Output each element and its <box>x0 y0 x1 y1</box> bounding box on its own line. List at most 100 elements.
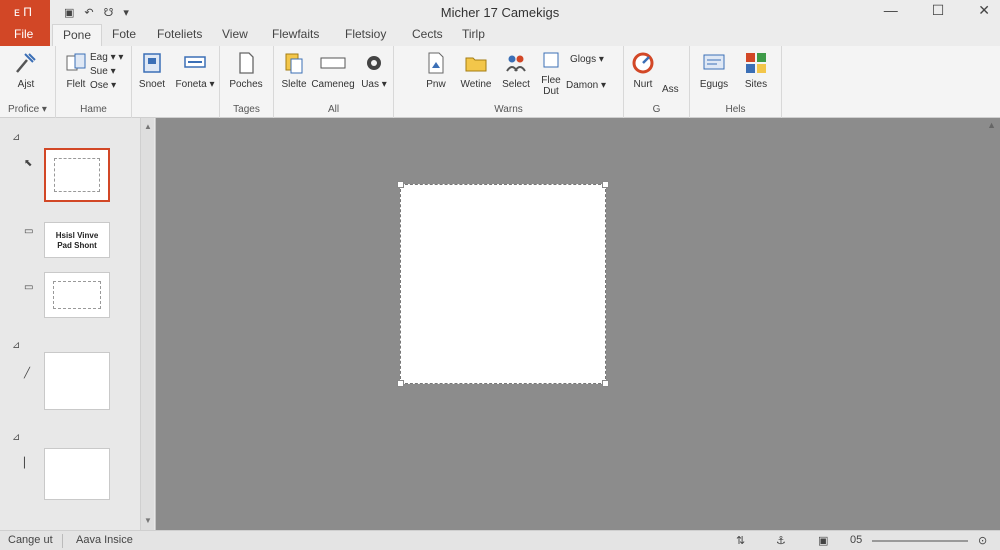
tab-fote[interactable]: Fote <box>112 24 136 46</box>
glogs-dropdown[interactable]: Glogs ▾ <box>570 54 604 65</box>
slide-thumbnail-text: Hsisl Vinve Pad Shont <box>55 231 99 250</box>
eag-dropdown[interactable]: Eag ▾ ▾ <box>90 52 123 63</box>
fit-slide-icon[interactable]: ⊙ <box>978 534 987 547</box>
resize-handle[interactable] <box>602 380 609 387</box>
slide-thumbnail-1[interactable] <box>44 148 110 202</box>
snoet-button[interactable]: Snoet <box>132 50 172 96</box>
sue-dropdown[interactable]: Sue ▾ <box>90 66 116 77</box>
notes-icon[interactable]: ⇅ <box>736 534 745 547</box>
ribbon-group-profice: Ajst Profice ▾ <box>0 46 56 118</box>
pnw-button[interactable]: Pnw <box>416 50 456 96</box>
cameneg-button[interactable]: Cameneg <box>310 50 356 96</box>
resize-handle[interactable] <box>397 380 404 387</box>
textbox-icon <box>320 57 346 69</box>
slide-canvas[interactable]: ▲ <box>156 118 1000 530</box>
select-label: Select <box>502 79 530 90</box>
document-icon <box>239 52 254 74</box>
minimize-button[interactable]: — <box>884 2 898 19</box>
current-slide[interactable] <box>397 181 609 387</box>
cameneg-label: Cameneg <box>311 79 355 90</box>
tools-icon <box>16 53 36 73</box>
tab-view[interactable]: View <box>222 24 248 46</box>
snoet-label: Snoet <box>138 79 166 90</box>
slide-number-icon: ╱ <box>24 368 31 379</box>
select-button[interactable]: Select <box>496 50 536 96</box>
zoom-level[interactable]: 05 <box>850 534 862 546</box>
ribbon-group-mid: Snoet Foneta ▾ <box>132 46 220 118</box>
ajst-label: Ajst <box>17 79 35 90</box>
tab-file[interactable]: File <box>0 24 50 46</box>
slide-thumbnail-5[interactable] <box>44 448 110 500</box>
ribbon-tabs: File Pone Fote Foteliets View Flewfaits … <box>0 24 1000 46</box>
resize-handle[interactable] <box>397 181 404 188</box>
slide-number-icon: ⬉ <box>24 158 33 169</box>
tab-tirlp[interactable]: Tirlp <box>462 24 485 46</box>
poches-label: Poches <box>229 79 263 90</box>
ass-button[interactable]: Ass <box>662 84 679 95</box>
nurt-label: Nurt <box>633 79 653 90</box>
group-label-hels: Hels <box>725 104 746 115</box>
ribbon: Ajst Profice ▾ Flelt Eag ▾ ▾ Sue ▾ Ose ▾… <box>0 46 1000 118</box>
window-title: Micher 17 Camekigs <box>440 5 560 20</box>
tab-fletsioy[interactable]: Fletsioy <box>345 24 386 46</box>
sites-button[interactable]: Sites <box>736 50 776 96</box>
uas-button[interactable]: Uas ▾ <box>354 50 394 96</box>
restore-button[interactable]: ☐ <box>932 2 945 19</box>
damon-dropdown[interactable]: Damon ▾ <box>566 80 606 91</box>
wetine-label: Wetine <box>460 79 492 90</box>
scroll-up-icon[interactable]: ▲ <box>143 122 153 132</box>
scroll-down-icon[interactable]: ▼ <box>143 516 153 526</box>
zoom-slider[interactable] <box>872 540 968 542</box>
resize-handle[interactable] <box>602 181 609 188</box>
poches-button[interactable]: Poches <box>226 50 266 96</box>
title-bar: ᴇ Π ▣ ↶ ☋ ▾ Micher 17 Camekigs — ☐ ✕ <box>0 0 1000 24</box>
close-button[interactable]: ✕ <box>978 2 990 19</box>
picture-icon <box>428 52 444 74</box>
layout-icon <box>184 56 206 68</box>
normal-view-icon[interactable]: ▣ <box>818 534 828 547</box>
tab-foteliets[interactable]: Foteliets <box>157 24 202 46</box>
slides-scrollbar[interactable]: ▲ ▼ <box>140 118 154 530</box>
sheet-icon <box>543 52 559 68</box>
slelte-label: Slelte <box>281 79 307 90</box>
slide-number-icon: ▭ <box>24 282 34 293</box>
slide-thumbnail-4[interactable] <box>44 352 110 410</box>
tab-flewfaits[interactable]: Flewfaits <box>272 24 319 46</box>
egugs-button[interactable]: Egugs <box>694 50 734 96</box>
wetine-button[interactable]: Wetine <box>456 50 496 96</box>
tab-cects[interactable]: Cects <box>412 24 443 46</box>
group-label-g: G <box>652 104 661 115</box>
slide-number-icon: ▏ <box>24 458 32 469</box>
ajst-button[interactable]: Ajst <box>6 50 46 96</box>
group-label-profice[interactable]: Profice ▾ <box>0 104 55 115</box>
flee-label: Flee <box>541 75 561 86</box>
slelte-button[interactable]: Slelte <box>274 50 314 96</box>
slide-number-icon: ▭ <box>24 226 34 237</box>
slide-thumbnail-2[interactable]: Hsisl Vinve Pad Shont <box>44 222 110 258</box>
grid-icon <box>746 53 766 73</box>
placeholder-box <box>54 158 100 192</box>
foneta-label: Foneta ▾ <box>175 79 215 90</box>
slide-thumbnail-3[interactable] <box>44 272 110 318</box>
pnw-label: Pnw <box>426 79 446 90</box>
nurt-button[interactable]: Nurt <box>626 50 660 96</box>
ribbon-group-hels: Egugs Sites Hels <box>690 46 782 118</box>
status-language[interactable]: Aava Insice <box>76 534 133 546</box>
group-label-all: All <box>327 104 340 115</box>
group-label-hame: Hame <box>80 104 107 115</box>
section-marker[interactable]: ⊿ <box>12 432 20 443</box>
people-icon <box>506 55 526 72</box>
section-marker[interactable]: ⊿ <box>12 132 20 143</box>
section-marker[interactable]: ⊿ <box>12 340 20 351</box>
canvas-scroll-up-icon[interactable]: ▲ <box>987 120 996 130</box>
flee-dut-button[interactable]: Flee Dut <box>536 50 566 97</box>
shapes-icon <box>367 56 381 70</box>
window-controls: — ☐ ✕ <box>884 2 990 19</box>
comments-icon[interactable]: ⚓ <box>776 534 786 547</box>
foneta-button[interactable]: Foneta ▾ <box>172 50 218 96</box>
chart-icon <box>703 54 725 70</box>
ose-dropdown[interactable]: Ose ▾ <box>90 80 116 91</box>
slides-panel: ⊿ ⬉ ▭ Hsisl Vinve Pad Shont ▭ ⊿ ╱ ⊿ ▏ ▲ … <box>0 118 156 530</box>
placeholder-box <box>53 281 101 309</box>
tab-home[interactable]: Pone <box>52 24 102 46</box>
